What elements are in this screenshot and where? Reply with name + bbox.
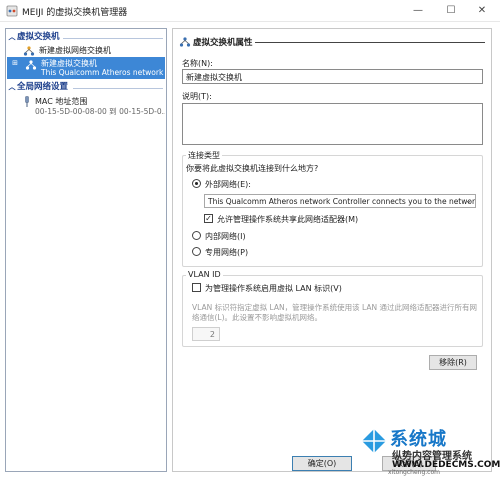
vlan-hint: VLAN 标识符指定虚拟 LAN，管理操作系统使用该 LAN 通过此网络适配器进… bbox=[192, 303, 477, 322]
network-switch-add-icon bbox=[23, 46, 35, 56]
network-switch-icon bbox=[179, 37, 191, 47]
windows-logo-icon bbox=[362, 429, 386, 453]
chevron-down-icon[interactable]: ⌄ bbox=[465, 196, 472, 205]
expand-plus-icon[interactable]: ⊞ bbox=[11, 59, 19, 67]
network-adapter-value: This Qualcomm Atheros network Controller… bbox=[208, 197, 476, 206]
switch-adapter: This Qualcomm Atheros network C... bbox=[41, 68, 165, 77]
allow-management-os-checkbox[interactable]: ✓ bbox=[204, 214, 213, 223]
title-bar: MEIJI 的虚拟交换机管理器 — ☐ ✕ bbox=[0, 0, 500, 22]
properties-pane: 虚拟交换机属性 名称(N): 新建虚拟交换机 说明(T): 连接类型 你要将此虚… bbox=[172, 28, 492, 472]
section-header-label: 全局网络设置 bbox=[17, 82, 69, 92]
collapse-chevron-icon[interactable]: ︿ bbox=[7, 82, 17, 93]
connection-question: 你要将此虚拟交换机连接到什么地方? bbox=[186, 164, 319, 173]
switch-name-input[interactable]: 新建虚拟交换机 bbox=[182, 69, 483, 84]
external-network-label: 外部网络(E): bbox=[205, 180, 251, 189]
allow-management-os-label: 允许管理操作系统共享此网络适配器(M) bbox=[217, 215, 359, 224]
section-header-global-network-settings[interactable]: ︿ 全局网络设置 bbox=[7, 82, 165, 93]
vlan-id-input[interactable]: 2 bbox=[192, 327, 220, 341]
properties-header: 虚拟交换机属性 bbox=[193, 38, 253, 48]
notes-textarea[interactable] bbox=[182, 103, 483, 145]
enable-vlan-label: 为管理操作系统启用虚拟 LAN 标识(V) bbox=[205, 284, 342, 293]
window-title: MEIJI 的虚拟交换机管理器 bbox=[22, 8, 128, 18]
minimize-button[interactable]: — bbox=[404, 0, 432, 22]
site-watermark: 系统城 纵势内容管理系统 WWW.DEDECMS.COM xitongcheng… bbox=[360, 425, 500, 478]
sidebar-item-virtual-switch-selected[interactable]: ⊞ 新建虚拟交换机 This Qualcomm Atheros network … bbox=[7, 57, 165, 79]
external-network-radio[interactable] bbox=[192, 179, 201, 188]
mac-address-icon bbox=[25, 96, 29, 107]
section-header-virtual-switches[interactable]: ︿ 虚拟交换机 bbox=[7, 32, 165, 43]
section-header-label: 虚拟交换机 bbox=[17, 32, 60, 42]
ok-button[interactable]: 确定(O) bbox=[292, 456, 352, 471]
close-button[interactable]: ✕ bbox=[468, 0, 496, 22]
vlan-title: VLAN ID bbox=[186, 270, 223, 279]
mac-range-value: 00-15-5D-00-08-00 到 00-15-5D-0... bbox=[35, 107, 165, 116]
sidebar-item-mac-address-range[interactable]: MAC 地址范围 00-15-5D-00-08-00 到 00-15-5D-0.… bbox=[7, 95, 165, 117]
internal-network-radio[interactable] bbox=[192, 231, 201, 240]
network-switch-icon bbox=[25, 60, 37, 70]
remove-button[interactable]: 移除(R) bbox=[429, 355, 477, 370]
sidebar-item-label: 新建虚拟网络交换机 bbox=[39, 46, 111, 55]
notes-label: 说明(T): bbox=[182, 92, 212, 101]
connection-type-title: 连接类型 bbox=[186, 150, 222, 161]
sidebar-item-new-virtual-switch[interactable]: 新建虚拟网络交换机 bbox=[7, 45, 165, 57]
switch-manager-app-icon bbox=[6, 5, 18, 17]
maximize-button[interactable]: ☐ bbox=[437, 0, 465, 22]
name-label: 名称(N): bbox=[182, 59, 213, 68]
private-network-label: 专用网络(P) bbox=[205, 248, 249, 257]
private-network-radio[interactable] bbox=[192, 247, 201, 256]
header-divider bbox=[255, 42, 485, 43]
enable-vlan-checkbox[interactable] bbox=[192, 283, 201, 292]
network-adapter-select[interactable]: This Qualcomm Atheros network Controller… bbox=[204, 194, 476, 208]
collapse-chevron-icon[interactable]: ︿ bbox=[7, 32, 17, 43]
watermark-site: xitongcheng.com bbox=[388, 469, 440, 476]
navigation-pane: ︿ 虚拟交换机 新建虚拟网络交换机 ⊞ 新建虚拟交换机 This Qualcomm… bbox=[5, 28, 167, 472]
internal-network-label: 内部网络(I) bbox=[205, 232, 246, 241]
